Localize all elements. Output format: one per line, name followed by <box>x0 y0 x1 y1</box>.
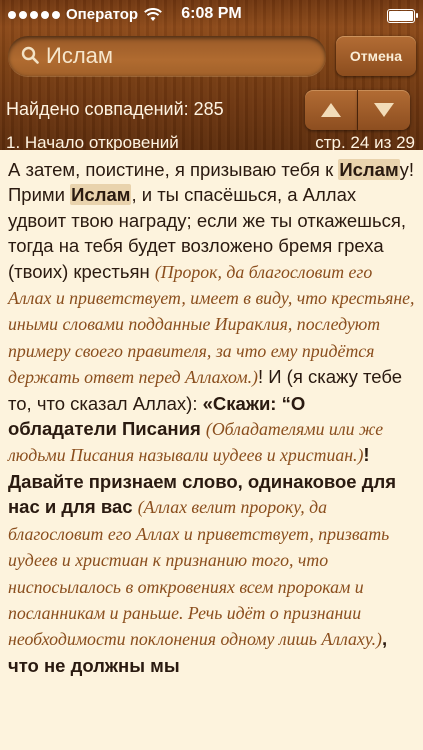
commentary: (Аллах велит пророку, да благословит его… <box>8 497 390 650</box>
cancel-button[interactable]: Отмена <box>336 36 416 76</box>
status-time: 6:08 PM <box>181 5 242 22</box>
chapter-header: 1. Начало откровений стр. 24 из 29 <box>0 131 423 153</box>
search-icon <box>21 46 39 64</box>
search-bar[interactable] <box>8 36 326 76</box>
text-segment: А затем, поистине, я призываю тебя к <box>8 159 339 180</box>
reading-area[interactable]: А затем, поистине, я призываю тебя к Исл… <box>0 153 423 750</box>
next-result-button[interactable] <box>358 90 410 130</box>
arrow-up-icon <box>321 103 341 117</box>
previous-result-button[interactable] <box>305 90 357 130</box>
status-bar: Оператор 6:08 PM <box>0 0 423 30</box>
passage: А затем, поистине, я призываю тебя к Исл… <box>0 153 423 678</box>
page-indicator: стр. 24 из 29 <box>315 133 415 152</box>
search-highlight: Ислам <box>338 159 400 180</box>
search-highlight: Ислам <box>70 184 132 206</box>
search-input[interactable] <box>46 36 316 76</box>
battery-icon <box>387 9 418 23</box>
chapter-title: 1. Начало откровений <box>6 133 179 152</box>
results-count: Найдено совпадений: 285 <box>6 99 224 119</box>
arrow-down-icon <box>374 103 394 117</box>
